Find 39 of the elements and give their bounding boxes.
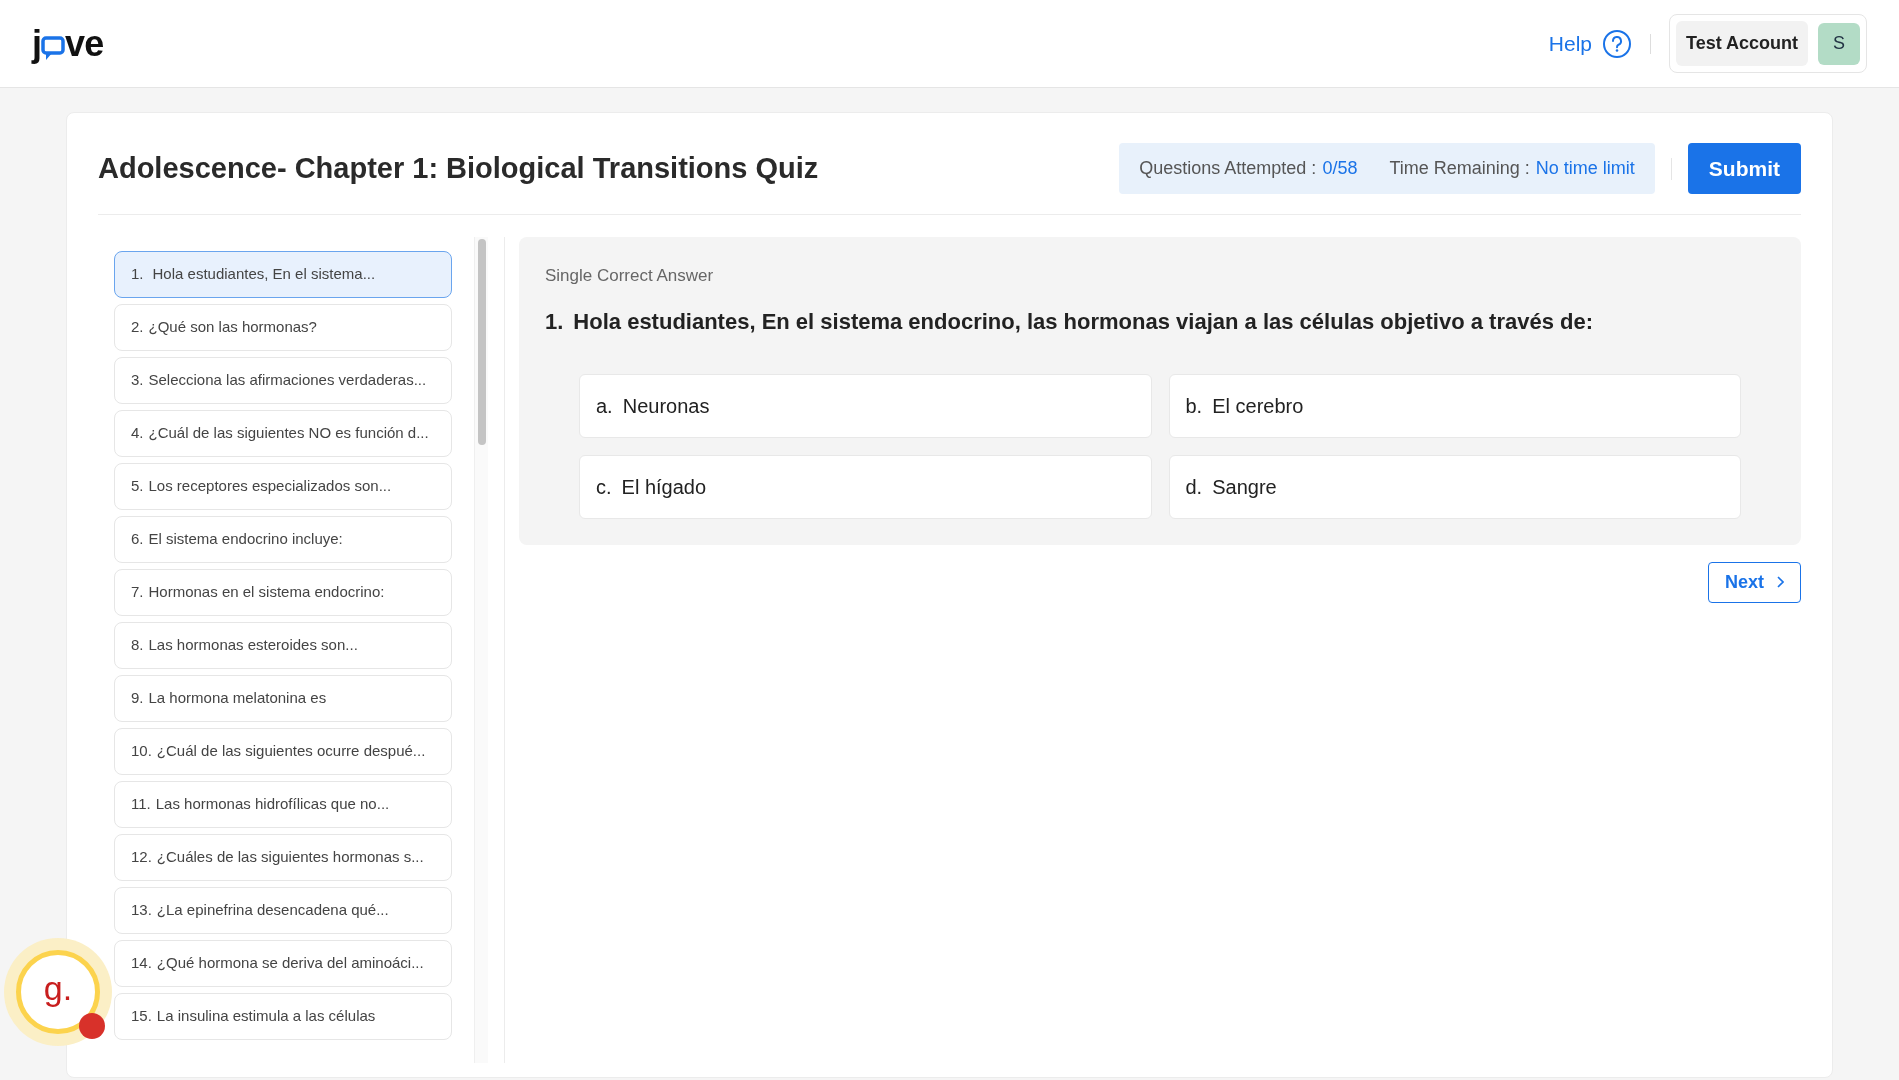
question-nav-item[interactable]: 4. ¿Cuál de las siguientes NO es función d... [114, 410, 452, 457]
assistant-widget[interactable]: g. [4, 938, 112, 1046]
question-type-label: Single Correct Answer [545, 265, 715, 287]
scrollbar-thumb[interactable] [477, 239, 486, 445]
question-nav-item[interactable]: 11. Las hormonas hidrofílicas que no... [114, 781, 452, 828]
account-name: Test Account [1676, 21, 1808, 66]
widget-logo: g. [43, 971, 73, 1009]
question-nav-item[interactable]: 2. ¿Qué son las hormonas? [114, 304, 452, 351]
next-button[interactable]: Next [1708, 561, 1801, 603]
chat-bubble-icon [41, 34, 66, 61]
time-label: Time Remaining : [1389, 157, 1530, 180]
attempted-count: 0/58 [1322, 157, 1358, 180]
question-nav-item[interactable]: 12. ¿Cuáles de las siguientes hormonas s... [114, 834, 452, 881]
answer-option[interactable]: a. Neuronas [579, 373, 1152, 438]
account-menu[interactable]: Test Account S [1669, 14, 1867, 73]
question-nav-item[interactable]: 9. La hormona melatonina es [114, 675, 452, 722]
question-nav-item[interactable]: 5. Los receptores especializados son... [114, 463, 452, 510]
question-text: 1. Hola estudiantes, En el sistema endocrino, las hormonas viajan a las células objetivo a través de: [545, 307, 1595, 336]
question-nav-item[interactable]: 14. ¿Qué hormona se deriva del aminoáci... [114, 940, 452, 987]
question-nav-item[interactable]: 10. ¿Cuál de las siguientes ocurre despué... [114, 728, 452, 775]
question-nav-item[interactable]: 7. Hormonas en el sistema endocrino: [114, 569, 452, 616]
question-nav-item[interactable]: 3. Selecciona las afirmaciones verdaderas... [114, 357, 452, 404]
time-value: No time limit [1535, 157, 1635, 180]
help-link[interactable]: Help [1548, 27, 1592, 60]
avatar: S [1818, 22, 1860, 65]
question-nav-item[interactable]: 8. Las hormonas esteroides son... [114, 622, 452, 669]
answer-option[interactable]: b. El cerebro [1168, 373, 1741, 438]
answer-option[interactable]: c. El hígado [579, 454, 1152, 519]
question-nav-item[interactable]: 6. El sistema endocrino incluye: [114, 516, 452, 563]
quiz-title: Adolescence- Chapter 1: Biological Transitions Quiz [98, 150, 819, 186]
logo[interactable]: j ve [32, 25, 104, 62]
attempted-label: Questions Attempted : [1139, 157, 1317, 180]
submit-button[interactable]: Submit [1687, 143, 1801, 194]
chevron-right-icon [1776, 576, 1784, 588]
question-nav-item[interactable]: 13. ¿La epinefrina desencadena qué... [114, 887, 452, 934]
question-nav-item[interactable]: 1. Hola estudiantes, En el sistema... [114, 251, 452, 298]
question-nav-item[interactable]: 15. La insulina estimula a las células [114, 993, 452, 1040]
answer-option[interactable]: d. Sangre [1168, 454, 1741, 519]
help-icon[interactable] [1602, 28, 1632, 59]
